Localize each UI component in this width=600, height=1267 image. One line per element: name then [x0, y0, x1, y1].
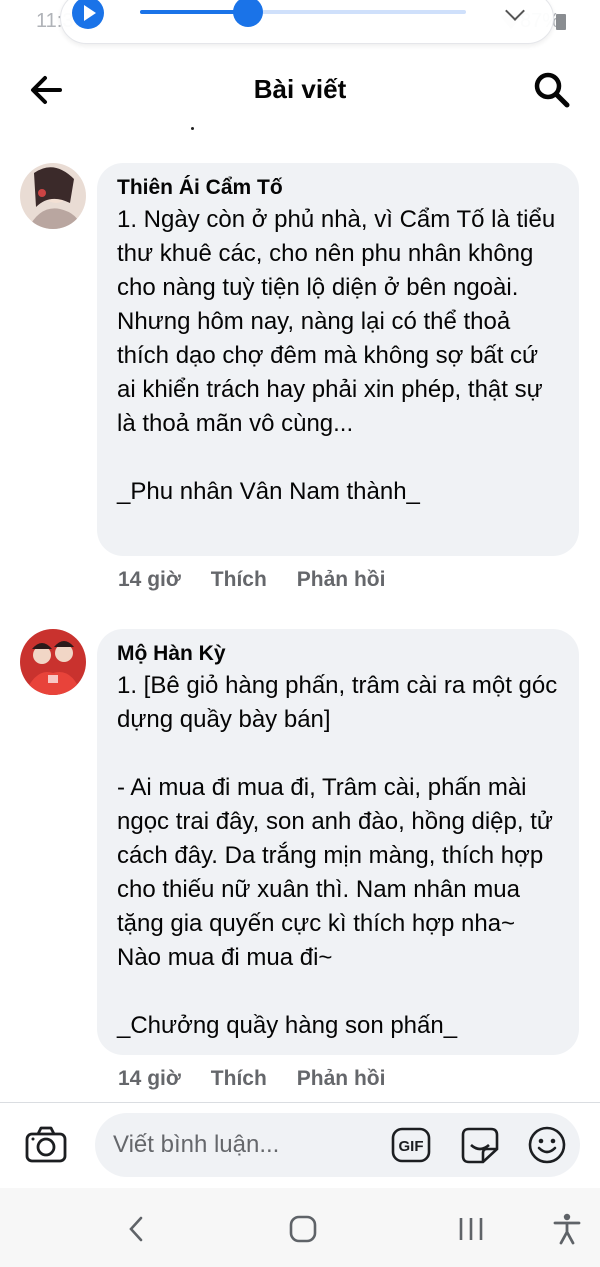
like-button[interactable]: Thích — [211, 1067, 267, 1091]
comment-text: 1. [Bê giỏ hàng phấn, trâm cài ra một gó… — [117, 672, 558, 1039]
media-seekbar[interactable] — [140, 10, 466, 14]
emoji-icon[interactable] — [527, 1125, 567, 1165]
comment-input[interactable]: Viết bình luận... GIF — [95, 1113, 580, 1177]
comment-author[interactable]: Mộ Hàn Kỳ — [117, 641, 559, 667]
comment-text: 1. Ngày còn ở phủ nhà, vì Cẩm Tố là tiểu… — [117, 206, 556, 505]
media-controls — [60, 0, 554, 44]
avatar[interactable] — [20, 163, 86, 229]
reply-button[interactable]: Phản hồi — [297, 1067, 386, 1091]
reply-button[interactable]: Phản hồi — [297, 568, 386, 592]
media-seekbar-thumb[interactable] — [232, 0, 263, 27]
recents-icon[interactable] — [454, 1212, 488, 1246]
comment-time: 14 giờ — [118, 568, 181, 591]
comment-author[interactable]: Thiên Ái Cẩm Tố — [117, 175, 559, 201]
comment-time: 14 giờ — [118, 1067, 181, 1090]
comment-bubble[interactable]: Mộ Hàn Kỳ 1. [Bê giỏ hàng phấn, trâm cài… — [97, 629, 579, 1055]
comment-composer: Viết bình luận... GIF — [0, 1102, 600, 1189]
camera-icon[interactable] — [24, 1125, 68, 1165]
back-icon[interactable] — [120, 1212, 154, 1246]
sticker-icon[interactable] — [459, 1125, 501, 1165]
comment-actions: 14 giờ Thích Phản hồi — [118, 568, 415, 592]
system-nav-bar — [0, 1188, 600, 1267]
home-icon[interactable] — [286, 1212, 320, 1246]
comment-actions: 14 giờ Thích Phản hồi — [118, 1067, 415, 1091]
comment-input-placeholder[interactable]: Viết bình luận... — [113, 1131, 279, 1159]
accessibility-icon[interactable] — [550, 1212, 584, 1246]
scroll-artifact-dot — [191, 127, 194, 130]
svg-text:GIF: GIF — [399, 1138, 424, 1155]
like-button[interactable]: Thích — [211, 568, 267, 592]
battery-icon — [556, 14, 566, 30]
avatar[interactable] — [20, 629, 86, 695]
top-app-bar: Bài viết — [0, 52, 600, 124]
gif-icon[interactable]: GIF — [391, 1127, 431, 1163]
search-icon[interactable] — [532, 70, 572, 110]
comment-bubble[interactable]: Thiên Ái Cẩm Tố 1. Ngày còn ở phủ nhà, v… — [97, 163, 579, 556]
page-title: Bài viết — [253, 74, 347, 104]
media-progress-fill — [140, 10, 248, 14]
